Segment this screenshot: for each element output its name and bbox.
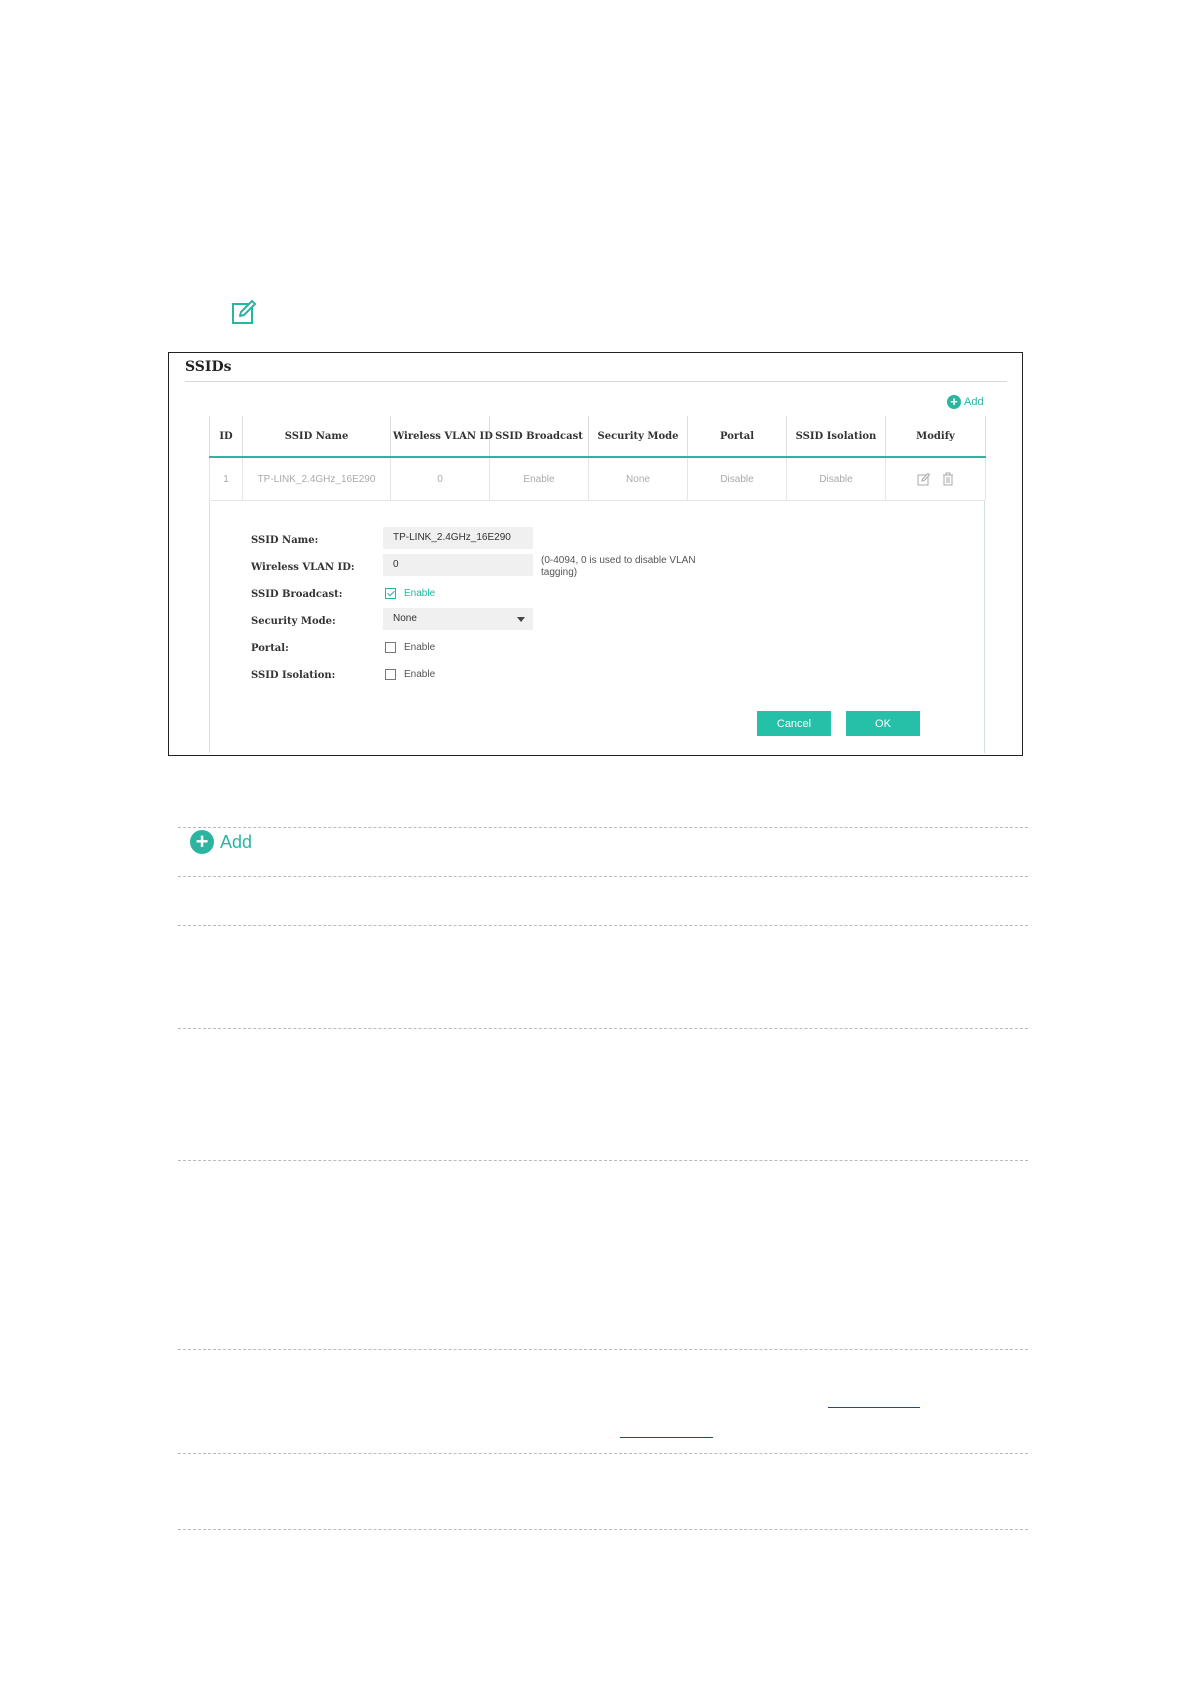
column-header-ssid-isolation: SSID Isolation [786, 416, 886, 458]
ssid-isolation-option: Enable [404, 669, 436, 680]
column-header-ssid-broadcast: SSID Broadcast [489, 416, 589, 458]
ssid-isolation-checkbox[interactable] [385, 669, 396, 680]
cancel-button[interactable]: Cancel [757, 711, 831, 736]
cell-ssid-broadcast: Enable [489, 456, 589, 501]
plus-circle-icon: + [190, 830, 214, 854]
edit-icon [232, 300, 256, 324]
add-label: Add [964, 396, 984, 408]
vlan-hint-line2: tagging) [541, 567, 578, 578]
add-ssid-button[interactable]: + Add [947, 395, 984, 409]
dashed-divider [178, 1160, 1028, 1161]
column-header-security-mode: Security Mode [588, 416, 688, 458]
ssids-panel: SSIDs + Add ID SSID Name Wireless VLAN I… [168, 352, 1023, 756]
security-mode-value: None [393, 613, 417, 624]
vlan-hint: (0-4094, 0 is used to disable VLAN taggi… [541, 555, 696, 579]
vlan-hint-line1: (0-4094, 0 is used to disable VLAN [541, 555, 696, 566]
portal-label: Portal: [251, 643, 289, 654]
panel-title: SSIDs [185, 359, 232, 375]
column-header-modify: Modify [885, 416, 986, 458]
edit-form: SSID Name: TP-LINK_2.4GHz_16E290 Wireles… [209, 501, 985, 753]
column-header-ssid-name: SSID Name [242, 416, 391, 458]
cell-portal: Disable [687, 456, 787, 501]
trash-icon[interactable] [942, 472, 954, 486]
dashed-divider [178, 1529, 1028, 1530]
dashed-divider [178, 827, 1028, 828]
cell-ssid-isolation: Disable [786, 456, 886, 501]
cell-ssid-name: TP-LINK_2.4GHz_16E290 [242, 456, 391, 501]
portal-option: Enable [404, 642, 436, 653]
add-button-illustration: + Add [190, 830, 252, 854]
portal-checkbox-group: Enable [385, 642, 435, 653]
cell-id: 1 [209, 456, 243, 501]
dashed-divider [178, 925, 1028, 926]
cell-modify [885, 456, 986, 501]
edit-icon[interactable] [917, 472, 931, 486]
ssid-broadcast-option: Enable [404, 588, 436, 599]
ssid-name-input[interactable]: TP-LINK_2.4GHz_16E290 [383, 527, 533, 549]
ssid-table: ID SSID Name Wireless VLAN ID SSID Broad… [209, 416, 986, 501]
cell-security-mode: None [588, 456, 688, 501]
security-mode-label: Security Mode: [251, 616, 336, 627]
portal-checkbox[interactable] [385, 642, 396, 653]
table-header-row: ID SSID Name Wireless VLAN ID SSID Broad… [209, 416, 986, 458]
column-header-id: ID [209, 416, 243, 458]
column-header-portal: Portal [687, 416, 787, 458]
document-link[interactable] [828, 1407, 920, 1408]
security-mode-select[interactable]: None [383, 608, 533, 630]
dashed-divider [178, 1028, 1028, 1029]
dropdown-arrow-icon [517, 617, 525, 622]
ssid-broadcast-checkbox-group: Enable [385, 588, 435, 599]
add-label: Add [220, 831, 253, 852]
ssid-isolation-label: SSID Isolation: [251, 670, 336, 681]
plus-circle-icon: + [947, 395, 961, 409]
divider [185, 381, 1007, 382]
column-header-wireless-vlan-id: Wireless VLAN ID [390, 416, 493, 458]
wireless-vlan-id-label: Wireless VLAN ID: [251, 562, 355, 573]
ssid-broadcast-checkbox[interactable] [385, 588, 396, 599]
document-link[interactable] [620, 1437, 713, 1438]
table-row[interactable]: 1 TP-LINK_2.4GHz_16E290 0 Enable None Di… [209, 456, 986, 501]
ssid-isolation-checkbox-group: Enable [385, 669, 435, 680]
ssid-broadcast-label: SSID Broadcast: [251, 589, 343, 600]
dashed-divider [178, 1453, 1028, 1454]
ok-button[interactable]: OK [846, 711, 920, 736]
wireless-vlan-id-input[interactable]: 0 [383, 554, 533, 576]
cell-vlan-id: 0 [390, 456, 490, 501]
dashed-divider [178, 876, 1028, 877]
ssid-name-label: SSID Name: [251, 535, 319, 546]
dashed-divider [178, 1349, 1028, 1350]
